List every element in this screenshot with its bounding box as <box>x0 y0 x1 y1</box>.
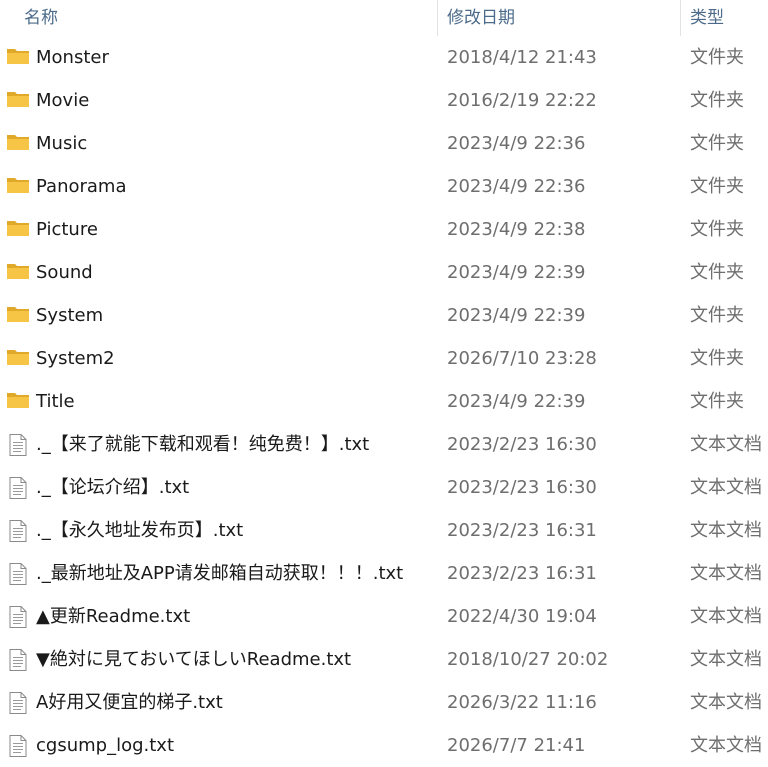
folder-icon <box>6 122 30 165</box>
file-name: A好用又便宜的梯子.txt <box>36 692 223 713</box>
folder-icon <box>6 165 30 208</box>
text-file-icon <box>6 466 30 509</box>
column-header-date[interactable]: 修改日期 <box>447 0 515 36</box>
file-row[interactable]: ▲更新Readme.txt 2022/4/30 19:04 文本文档 <box>0 595 768 638</box>
column-header-name[interactable]: 名称 <box>24 0 58 36</box>
file-row[interactable]: ._【来了就能下载和观看！纯免费！】.txt 2023/2/23 16:30 文… <box>0 423 768 466</box>
file-date: 2023/4/9 22:39 <box>447 305 586 326</box>
file-type: 文件夹 <box>690 133 744 154</box>
file-name: ▼絶対に見ておいてほしいReadme.txt <box>36 649 352 670</box>
file-name: ._【来了就能下载和观看！纯免费！】.txt <box>36 434 370 455</box>
file-type: 文件夹 <box>690 47 744 68</box>
file-date: 2023/2/23 16:30 <box>447 434 597 455</box>
file-type: 文件夹 <box>690 348 744 369</box>
text-file-icon <box>6 509 30 552</box>
file-row[interactable]: Sound 2023/4/9 22:39 文件夹 <box>0 251 768 294</box>
folder-icon <box>6 251 30 294</box>
file-date: 2026/7/10 23:28 <box>447 348 597 369</box>
file-row[interactable]: Title 2023/4/9 22:39 文件夹 <box>0 380 768 423</box>
file-name: ._最新地址及APP请发邮箱自动获取！！！.txt <box>36 563 404 584</box>
folder-icon <box>6 337 30 380</box>
file-name: Picture <box>36 219 98 240</box>
file-name: ._【论坛介绍】.txt <box>36 477 190 498</box>
file-type: 文本文档 <box>690 477 762 498</box>
file-row[interactable]: Movie 2016/2/19 22:22 文件夹 <box>0 79 768 122</box>
file-name: Title <box>36 391 75 412</box>
file-date: 2018/4/12 21:43 <box>447 47 597 68</box>
file-type: 文本文档 <box>690 692 762 713</box>
file-name: ._【永久地址发布页】.txt <box>36 520 244 541</box>
file-type: 文件夹 <box>690 90 744 111</box>
file-type: 文本文档 <box>690 735 762 756</box>
file-type: 文件夹 <box>690 262 744 283</box>
file-type: 文本文档 <box>690 649 762 670</box>
text-file-icon <box>6 595 30 638</box>
text-file-icon <box>6 724 30 767</box>
file-date: 2023/2/23 16:30 <box>447 477 597 498</box>
column-header-type[interactable]: 类型 <box>690 0 724 36</box>
file-date: 2023/2/23 16:31 <box>447 520 597 541</box>
file-type: 文本文档 <box>690 563 762 584</box>
file-row[interactable]: Monster 2018/4/12 21:43 文件夹 <box>0 36 768 79</box>
file-type: 文件夹 <box>690 391 744 412</box>
file-type: 文件夹 <box>690 176 744 197</box>
file-date: 2026/3/22 11:16 <box>447 692 597 713</box>
folder-icon <box>6 294 30 337</box>
file-date: 2023/4/9 22:39 <box>447 391 586 412</box>
file-date: 2026/7/7 21:41 <box>447 735 586 756</box>
file-row[interactable]: ._最新地址及APP请发邮箱自动获取！！！.txt 2023/2/23 16:3… <box>0 552 768 595</box>
file-type: 文本文档 <box>690 606 762 627</box>
file-row[interactable]: cgsump_log.txt 2026/7/7 21:41 文本文档 <box>0 724 768 767</box>
file-name: Music <box>36 133 88 154</box>
text-file-icon <box>6 552 30 595</box>
file-date: 2023/4/9 22:39 <box>447 262 586 283</box>
text-file-icon <box>6 638 30 681</box>
file-row[interactable]: A好用又便宜的梯子.txt 2026/3/22 11:16 文本文档 <box>0 681 768 724</box>
file-date: 2023/4/9 22:36 <box>447 133 586 154</box>
file-name: System2 <box>36 348 115 369</box>
file-name: Panorama <box>36 176 127 197</box>
file-name: Movie <box>36 90 90 111</box>
file-date: 2022/4/30 19:04 <box>447 606 597 627</box>
file-date: 2023/4/9 22:38 <box>447 219 586 240</box>
folder-icon <box>6 208 30 251</box>
file-name: ▲更新Readme.txt <box>36 606 191 627</box>
file-date: 2023/2/23 16:31 <box>447 563 597 584</box>
file-row[interactable]: System 2023/4/9 22:39 文件夹 <box>0 294 768 337</box>
file-date: 2018/10/27 20:02 <box>447 649 609 670</box>
column-divider[interactable] <box>680 0 681 36</box>
file-name: Monster <box>36 47 109 68</box>
text-file-icon <box>6 423 30 466</box>
file-type: 文本文档 <box>690 434 762 455</box>
file-list: Monster 2018/4/12 21:43 文件夹 Movie 2016/2… <box>0 36 768 767</box>
column-header: ^ 名称 修改日期 类型 <box>0 0 768 36</box>
file-name: System <box>36 305 104 326</box>
sort-indicator-icon[interactable]: ^ <box>219 0 230 8</box>
file-row[interactable]: Music 2023/4/9 22:36 文件夹 <box>0 122 768 165</box>
file-row[interactable]: ._【论坛介绍】.txt 2023/2/23 16:30 文本文档 <box>0 466 768 509</box>
folder-icon <box>6 79 30 122</box>
folder-icon <box>6 380 30 423</box>
folder-icon <box>6 36 30 79</box>
file-row[interactable]: ▼絶対に見ておいてほしいReadme.txt 2018/10/27 20:02 … <box>0 638 768 681</box>
file-name: cgsump_log.txt <box>36 735 174 756</box>
file-row[interactable]: ._【永久地址发布页】.txt 2023/2/23 16:31 文本文档 <box>0 509 768 552</box>
file-row[interactable]: Picture 2023/4/9 22:38 文件夹 <box>0 208 768 251</box>
file-name: Sound <box>36 262 93 283</box>
file-type: 文件夹 <box>690 305 744 326</box>
file-date: 2016/2/19 22:22 <box>447 90 597 111</box>
file-date: 2023/4/9 22:36 <box>447 176 586 197</box>
file-type: 文本文档 <box>690 520 762 541</box>
file-row[interactable]: System2 2026/7/10 23:28 文件夹 <box>0 337 768 380</box>
file-row[interactable]: Panorama 2023/4/9 22:36 文件夹 <box>0 165 768 208</box>
file-type: 文件夹 <box>690 219 744 240</box>
text-file-icon <box>6 681 30 724</box>
column-divider[interactable] <box>437 0 438 36</box>
